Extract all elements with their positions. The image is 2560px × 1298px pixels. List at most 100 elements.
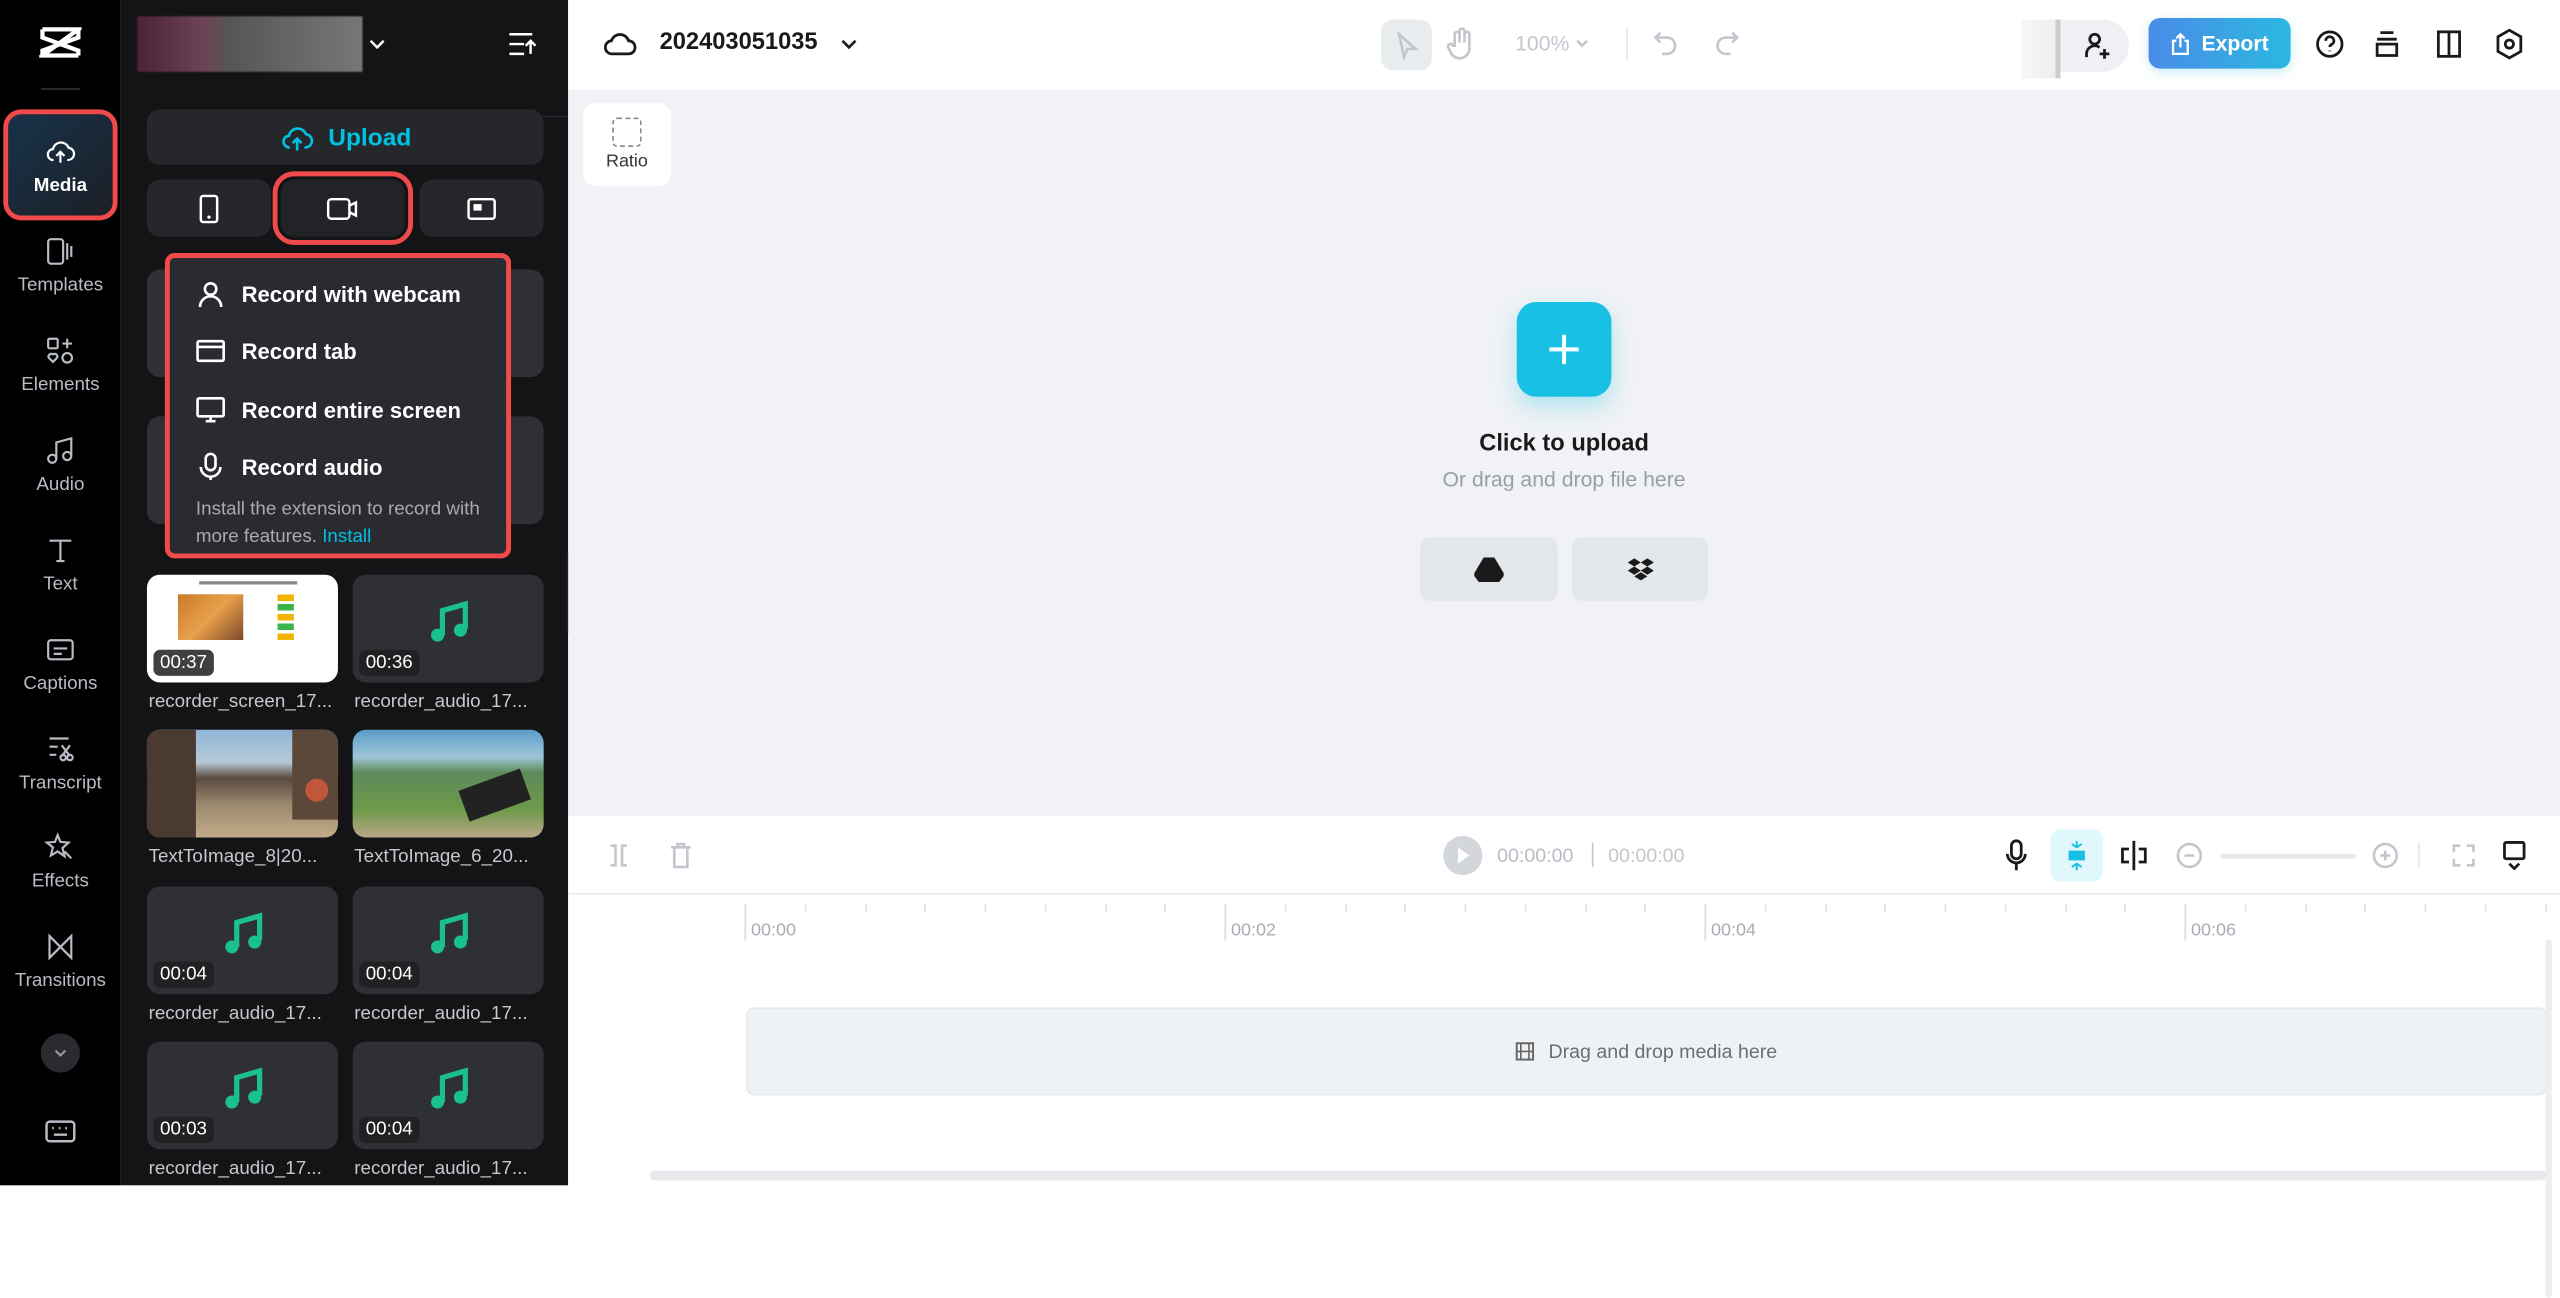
time-ruler[interactable]: 00:00 00:02 00:04 00:06 [744,904,2560,941]
cloud-icon [604,33,637,56]
menu-item-record-webcam[interactable]: Record with webcam [196,279,461,308]
chevron-down-icon[interactable] [1574,36,1590,52]
record-button[interactable] [272,171,414,245]
auto-snap-toggle[interactable] [2050,829,2103,882]
rail-item-transitions[interactable]: Transitions [8,909,112,1010]
fullscreen-icon[interactable] [2452,844,2475,867]
transcript-icon [49,736,74,761]
ruler-minor-tick [2544,904,2547,913]
screen-thumbnail [177,594,244,640]
settings-icon[interactable] [2495,28,2524,61]
rail-item-templates[interactable]: Templates [8,214,112,315]
redo-icon[interactable] [1714,29,1740,58]
ruler-minor-tick [1464,904,1467,913]
phone-upload-button[interactable] [146,179,272,237]
collaborators[interactable] [2021,19,2129,79]
music-icon [47,436,73,464]
play-button[interactable] [1443,835,1483,876]
media-card[interactable]: 00:37 [146,574,338,683]
media-card[interactable]: 00:04 [352,1041,544,1150]
effects-icon [44,831,73,859]
media-name: TextToImage_6_20... [354,847,529,867]
add-media-button[interactable] [1516,302,1612,397]
vertical-scrollbar[interactable] [2545,938,2552,1298]
rail-item-captions[interactable]: Captions [8,612,112,713]
rail-item-effects[interactable]: Effects [8,810,112,911]
timeline: 00:00 00:02 00:04 00:06 Drag and drop media… [568,894,2560,1298]
music-note-icon [431,600,468,642]
rail-item-text[interactable]: Text [8,513,112,614]
rail-item-audio[interactable]: Audio [8,413,112,514]
duration-badge: 00:36 [359,649,420,676]
zoom-level[interactable]: 100% [1515,31,1569,55]
ruler-minor-tick [1284,904,1287,913]
rail-item-media[interactable]: Media [3,109,118,221]
microphone-icon[interactable] [2005,839,2028,872]
menu-item-record-tab[interactable]: Record tab [196,336,357,365]
media-panel: Upload 00:37 recorder_screen_17... 00:36 re… [120,0,668,1186]
chevron-down-icon[interactable] [839,34,859,54]
zoom-out-icon[interactable] [2176,842,2203,869]
undo-icon[interactable] [1652,29,1678,58]
ruler-label: 00:00 [751,920,796,941]
google-drive-button[interactable] [1420,537,1558,601]
install-link[interactable]: Install [322,527,371,547]
rail-item-transcript[interactable]: Transcript [8,712,112,813]
layers-icon[interactable] [2374,29,2400,58]
media-card[interactable] [146,729,338,838]
upload-button[interactable]: Upload [146,109,544,165]
zoom-slider[interactable] [2220,853,2356,859]
screen-capture-button[interactable] [419,179,544,237]
sort-icon[interactable] [506,29,539,58]
media-name: recorder_audio_17... [148,1004,322,1024]
ratio-button[interactable]: Ratio [582,102,672,187]
chevron-down-icon[interactable] [366,33,389,56]
ruler-minor-tick [1764,904,1767,913]
ruler-major-tick [1224,904,1227,941]
ruler-minor-tick [804,904,807,913]
menu-item-record-audio[interactable]: Record audio [196,452,382,481]
rail-expand-button[interactable] [40,1033,80,1073]
ruler-major-tick [2184,904,2187,941]
hand-icon[interactable] [1446,26,1476,62]
layout-panel-icon[interactable] [2436,29,2462,58]
timeline-toolbar: 00:00:00 00:00:00 [568,816,2560,895]
horizontal-scrollbar[interactable] [649,1170,2547,1181]
extension-note: Install the extension to record with mor… [196,496,490,552]
keyboard-icon[interactable] [44,1117,77,1146]
ruler-label: 00:04 [1711,920,1756,941]
rail-label: Media [33,175,88,196]
media-card[interactable]: 00:03 [146,1041,338,1150]
templates-icon [47,237,73,264]
film-icon [1516,1042,1535,1061]
export-icon [2172,31,2190,55]
media-card[interactable]: 00:04 [146,886,338,995]
zoom-in-icon[interactable] [2372,842,2399,869]
capcut-logo [39,27,82,58]
drop-zone-track[interactable]: Drag and drop media here [746,1007,2547,1096]
ruler-label: 00:02 [1231,920,1276,941]
ruler-minor-tick [2424,904,2427,913]
delete-icon[interactable] [669,842,692,869]
ruler-minor-tick [1104,904,1107,913]
media-card[interactable] [352,729,544,838]
drop-hint: Drag and drop media here [1548,1039,1778,1063]
project-name[interactable]: 202403051035 [660,29,818,55]
music-note-icon [225,912,263,954]
preview-monitor-icon[interactable] [2503,841,2526,871]
dropbox-icon [1626,557,1654,580]
media-card[interactable]: 00:04 [352,886,544,995]
split-icon[interactable] [607,842,630,868]
link-split-icon[interactable] [2119,839,2148,872]
export-button[interactable]: Export [2148,17,2291,69]
help-icon[interactable] [2315,29,2344,58]
upload-subtitle: Or drag and drop file here [1442,466,1686,492]
ruler-major-tick [1704,904,1707,941]
music-note-icon [225,1067,263,1109]
media-card[interactable]: 00:36 [352,574,544,683]
menu-item-record-screen[interactable]: Record entire screen [196,395,461,424]
upload-label: Upload [328,123,412,152]
select-tool-button[interactable] [1381,19,1432,71]
rail-item-elements[interactable]: Elements [8,313,112,414]
dropbox-button[interactable] [1572,537,1708,601]
